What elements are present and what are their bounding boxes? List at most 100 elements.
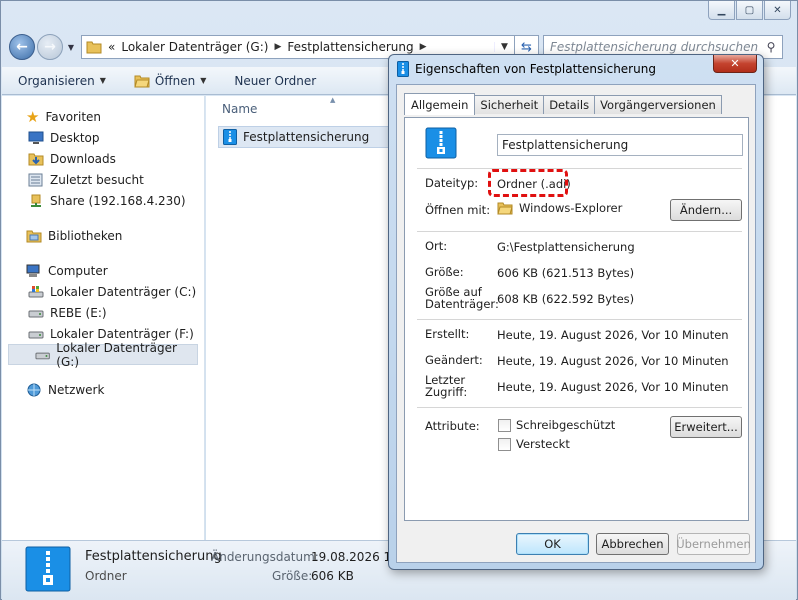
hidden-label: Versteckt <box>516 437 570 451</box>
divider <box>417 168 742 169</box>
back-button[interactable]: ← <box>9 34 35 60</box>
zip-file-icon <box>425 127 457 159</box>
breadcrumb-separator-icon[interactable]: ▶ <box>420 42 427 52</box>
open-label: Öffnen <box>154 73 196 88</box>
zip-file-icon <box>223 129 237 145</box>
sidebar-item-label: Bibliotheken <box>48 228 123 243</box>
size-on-disk-value: 608 KB (622.592 Bytes) <box>497 292 635 306</box>
close-window-button[interactable]: ✕ <box>764 1 791 20</box>
sidebar-item-label: Downloads <box>50 151 116 166</box>
search-placeholder: Festplattensicherung durchsuchen <box>550 40 759 54</box>
network-icon <box>27 383 41 396</box>
checkbox-box[interactable] <box>498 418 511 432</box>
dialog-body: Allgemein Sicherheit Details Vorgängerve… <box>396 84 756 563</box>
breadcrumb-drive[interactable]: Lokaler Datenträger (G:) <box>121 40 268 54</box>
address-dropdown-icon[interactable]: ▼ <box>494 42 514 52</box>
open-with-label: Öffnen mit: <box>425 203 491 217</box>
sidebar-item-computer[interactable]: Computer <box>2 260 204 281</box>
dialog-title-bar[interactable]: Eigenschaften von Festplattensicherung <box>397 61 656 77</box>
hidden-checkbox[interactable]: Versteckt <box>498 437 570 451</box>
ok-button[interactable]: OK <box>516 533 589 555</box>
zip-file-icon <box>397 61 409 77</box>
column-header-name[interactable]: Name <box>222 102 257 116</box>
accessed-label: Letzter Zugriff: <box>425 373 468 399</box>
refresh-icon: ⇆ <box>521 39 532 55</box>
list-item[interactable]: Festplattensicherung <box>218 126 398 148</box>
modified-value: Heute, 19. August 2026, Vor 10 Minuten <box>497 354 729 368</box>
checkbox-box[interactable] <box>498 437 511 451</box>
sidebar-item-drive-c[interactable]: Lokaler Datenträger (C:) <box>2 281 204 302</box>
file-name: Festplattensicherung <box>243 130 370 144</box>
highlight-annotation <box>488 169 568 197</box>
attributes-label: Attribute: <box>425 419 480 433</box>
accessed-value: Heute, 19. August 2026, Vor 10 Minuten <box>497 380 729 394</box>
back-arrow-icon: ← <box>16 39 28 55</box>
breadcrumb-folder[interactable]: Festplattensicherung <box>287 40 413 54</box>
sidebar-item-favorites[interactable]: ★ Favoriten <box>2 106 204 127</box>
sidebar-item-share[interactable]: Share (192.168.4.230) <box>2 190 204 211</box>
chevron-down-icon: ▼ <box>67 42 75 52</box>
sidebar-item-downloads[interactable]: Downloads <box>2 148 204 169</box>
details-file-name: Festplattensicherung <box>85 549 222 564</box>
history-dropdown[interactable]: ▼ <box>65 43 77 52</box>
properties-dialog: Eigenschaften von Festplattensicherung ✕… <box>388 54 764 570</box>
dialog-close-button[interactable]: ✕ <box>713 55 757 73</box>
sidebar-item-recent[interactable]: Zuletzt besucht <box>2 169 204 190</box>
details-size-value: 606 KB <box>311 569 354 583</box>
location-label: Ort: <box>425 239 448 253</box>
size-value: 606 KB (621.513 Bytes) <box>497 266 635 280</box>
sidebar-item-network[interactable]: Netzwerk <box>2 379 204 400</box>
tab-general[interactable]: Allgemein <box>404 93 476 115</box>
sort-ascending-icon: ▲ <box>330 96 336 104</box>
size-on-disk-label: Größe auf Datenträger: <box>425 285 499 311</box>
tab-security[interactable]: Sicherheit <box>474 95 545 114</box>
sidebar-item-label: Desktop <box>50 130 100 145</box>
apply-button[interactable]: Übernehmen <box>676 533 751 555</box>
readonly-label: Schreibgeschützt <box>516 418 616 432</box>
tab-previous-versions[interactable]: Vorgängerversionen <box>594 95 722 114</box>
name-field[interactable]: Festplattensicherung <box>497 134 743 156</box>
libraries-icon <box>26 230 42 242</box>
sidebar-item-label: Lokaler Datenträger (C:) <box>50 284 197 299</box>
details-file-type: Ordner <box>85 569 127 583</box>
organize-label: Organisieren <box>18 73 95 88</box>
search-icon[interactable]: ⚲ <box>760 40 782 54</box>
filetype-label: Dateityp: <box>425 176 479 190</box>
details-date-value: 19.08.2026 10:4 <box>311 550 389 564</box>
folder-open-icon <box>134 75 150 87</box>
sidebar-item-label: Netzwerk <box>48 382 105 397</box>
sidebar-item-label: REBE (E:) <box>50 305 107 320</box>
cancel-button[interactable]: Abbrechen <box>596 533 669 555</box>
sidebar-item-label: Computer <box>48 263 108 278</box>
sidebar-item-label: Lokaler Datenträger (F:) <box>50 326 194 341</box>
readonly-checkbox[interactable]: Schreibgeschützt <box>498 418 615 432</box>
sidebar-item-desktop[interactable]: Desktop <box>2 127 204 148</box>
navigation-pane: ★ Favoriten Desktop Downloads Zuletzt be… <box>2 96 205 540</box>
drive-icon <box>28 310 44 317</box>
downloads-folder-icon <box>28 153 44 165</box>
sidebar-item-drive-e[interactable]: REBE (E:) <box>2 302 204 323</box>
window-controls: ▁ ▢ ✕ <box>708 1 791 20</box>
sidebar-item-libraries[interactable]: Bibliotheken <box>2 225 204 246</box>
tab-details[interactable]: Details <box>543 95 596 114</box>
breadcrumb-prefix[interactable]: « <box>108 40 115 54</box>
size-label: Größe: <box>425 265 464 279</box>
folder-icon <box>497 202 513 215</box>
organize-button[interactable]: Organisieren ▼ <box>18 74 106 88</box>
open-button[interactable]: Öffnen ▼ <box>134 74 206 88</box>
zip-file-icon <box>25 546 71 592</box>
forward-button[interactable]: → <box>37 34 63 60</box>
sidebar-item-drive-g[interactable]: Lokaler Datenträger (G:) <box>8 341 198 369</box>
details-date-label: Änderungsdatum: <box>211 550 319 564</box>
open-with-app: Windows-Explorer <box>519 201 623 215</box>
sidebar-item-label: Zuletzt besucht <box>50 172 144 187</box>
advanced-button[interactable]: Erweitert... <box>670 416 742 438</box>
minimize-button[interactable]: ▁ <box>708 1 735 20</box>
new-folder-button[interactable]: Neuer Ordner <box>234 74 316 88</box>
modified-label: Geändert: <box>425 353 483 367</box>
maximize-button[interactable]: ▢ <box>736 1 763 20</box>
created-value: Heute, 19. August 2026, Vor 10 Minuten <box>497 328 729 342</box>
breadcrumb-separator-icon[interactable]: ▶ <box>274 42 281 52</box>
change-button[interactable]: Ändern... <box>670 199 742 221</box>
